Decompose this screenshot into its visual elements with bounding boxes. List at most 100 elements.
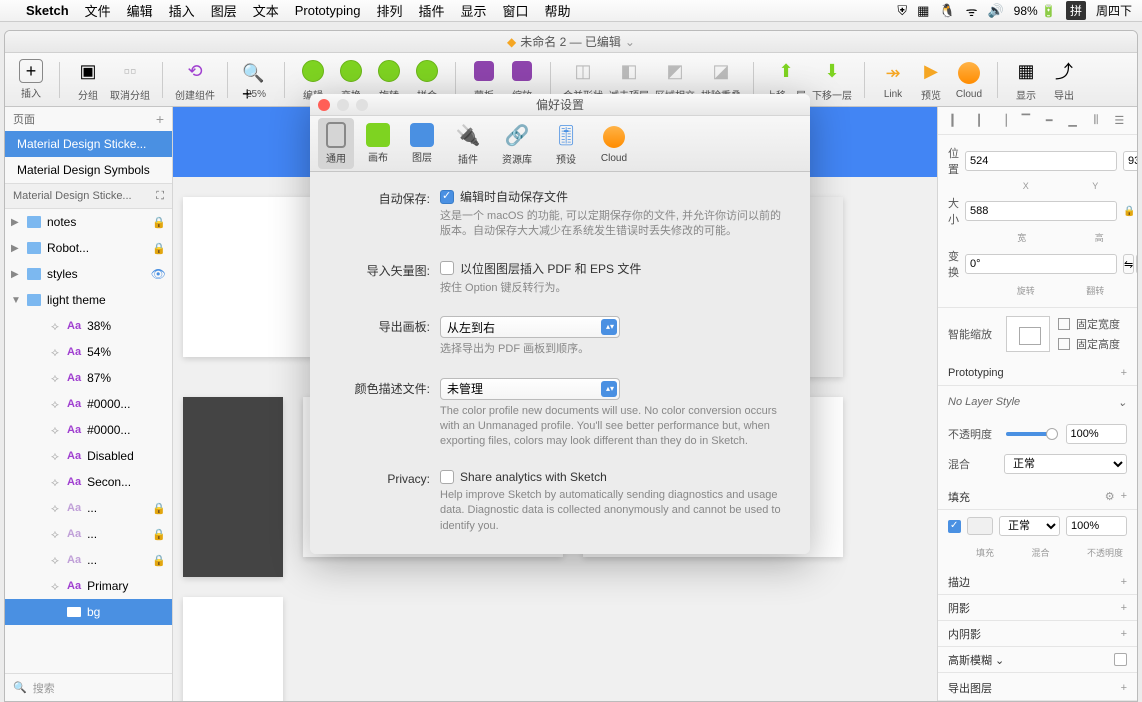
lock-aspect-icon[interactable]: 🔒 (1123, 206, 1135, 217)
align-left-icon[interactable]: ▎ (948, 113, 964, 129)
menu-prototyping[interactable]: Prototyping (295, 3, 361, 18)
opacity-input[interactable] (1066, 424, 1128, 444)
fixed-height-toggle[interactable]: 固定高度 (1058, 336, 1127, 352)
menu-help[interactable]: 帮助 (545, 1, 571, 20)
align-bottom-icon[interactable]: ▁ (1065, 113, 1081, 129)
align-middle-icon[interactable]: ━ (1041, 113, 1057, 129)
layer-text-item[interactable]: ⟡Aa Disabled (5, 443, 172, 469)
artboard[interactable] (183, 397, 283, 577)
privacy-check-label[interactable]: Share analytics with Sketch (460, 470, 607, 484)
eye-icon[interactable]: 👁 (151, 267, 166, 281)
add-shadow-icon[interactable]: + (1121, 602, 1127, 614)
menu-arrange[interactable]: 排列 (376, 1, 402, 20)
layer-bg-selected[interactable]: bg (5, 599, 172, 625)
menu-plugins[interactable]: 插件 (419, 1, 445, 20)
tab-layers[interactable]: 图层 (402, 119, 442, 168)
flip-v-button[interactable]: ⇵ (1136, 254, 1137, 274)
layer-search[interactable]: 🔍 搜索 (5, 673, 172, 701)
layer-folder-notes[interactable]: ▶ notes 🔒 (5, 209, 172, 235)
add-inner-shadow-icon[interactable]: + (1121, 628, 1127, 640)
blur-checkbox[interactable] (1114, 653, 1127, 666)
page-item[interactable]: Material Design Sticke... (5, 131, 172, 157)
add-fill-icon[interactable]: + (1121, 490, 1127, 503)
add-page-icon[interactable]: + (156, 111, 164, 127)
layer-folder-styles[interactable]: ▶ styles 👁 (5, 261, 172, 287)
shield-icon[interactable]: ⛨ (897, 3, 907, 19)
add-prototyping-icon[interactable]: + (1121, 367, 1127, 379)
create-symbol-button[interactable]: ⟲ 创建组件 (175, 57, 215, 102)
prefs-titlebar[interactable]: 偏好设置 (310, 94, 810, 116)
y-input[interactable] (1123, 151, 1137, 171)
minimize-button[interactable] (337, 99, 349, 111)
blend-mode-select[interactable]: 正常 (1004, 454, 1127, 474)
width-input[interactable] (965, 201, 1117, 221)
group-button[interactable]: ▣ 分组 (72, 57, 104, 102)
window-titlebar[interactable]: ◆ 未命名 2 — 已编辑 ⌄ (5, 31, 1137, 53)
tab-canvas[interactable]: 画布 (358, 119, 398, 168)
layer-folder-light-theme[interactable]: ▼ light theme (5, 287, 172, 313)
page-item[interactable]: Material Design Symbols (5, 157, 172, 183)
app-menu[interactable]: Sketch (26, 3, 69, 18)
artboard[interactable] (183, 597, 283, 701)
menu-view[interactable]: 显示 (461, 1, 487, 20)
align-right-icon[interactable]: ▕ (994, 113, 1010, 129)
layer-folder-robot[interactable]: ▶ Robot... 🔒 (5, 235, 172, 261)
autosave-checkbox[interactable] (440, 190, 454, 204)
fill-enabled-checkbox[interactable] (948, 520, 961, 533)
x-input[interactable] (965, 151, 1117, 171)
menu-edit[interactable]: 编辑 (127, 1, 153, 20)
layer-text-item[interactable]: ⟡Aa #0000... (5, 417, 172, 443)
layer-text-item[interactable]: ⟡Aa ...🔒 (5, 521, 172, 547)
fill-color-swatch[interactable] (967, 517, 993, 535)
menu-file[interactable]: 文件 (85, 1, 111, 20)
ime-indicator[interactable]: 拼 (1066, 1, 1086, 20)
autosave-check-label[interactable]: 编辑时自动保存文件 (460, 188, 568, 205)
layer-text-item[interactable]: ⟡Aa Secon... (5, 469, 172, 495)
layer-text-item[interactable]: ⟡Aa 87% (5, 365, 172, 391)
ungroup-button[interactable]: ▫▫ 取消分组 (110, 57, 150, 102)
insert-button[interactable]: + 插入 (15, 59, 47, 100)
battery-status[interactable]: 98% 🔋 (1014, 4, 1056, 18)
layer-text-item[interactable]: ⟡Aa 38% (5, 313, 172, 339)
layer-style-select[interactable]: No Layer Style⌄ (948, 392, 1127, 412)
resizing-constraints[interactable] (1006, 316, 1050, 352)
penguin-icon[interactable]: 🐧 (939, 3, 955, 19)
lock-icon[interactable]: 🔒 (152, 528, 166, 541)
fill-settings-icon[interactable]: ⚙ (1105, 490, 1115, 503)
distribute-h-icon[interactable]: ⫼ (1088, 113, 1104, 129)
backward-button[interactable]: ⬇ 下移一层 (812, 57, 852, 102)
flip-h-button[interactable]: ⇋ (1123, 254, 1134, 274)
add-export-icon[interactable]: + (1121, 682, 1127, 694)
clock[interactable]: 周四下 (1096, 2, 1132, 19)
vector-import-check-label[interactable]: 以位图图层插入 PDF 和 EPS 文件 (460, 260, 641, 277)
privacy-checkbox[interactable] (440, 470, 454, 484)
tab-general[interactable]: 通用 (318, 118, 354, 169)
tab-plugins[interactable]: 🔌 插件 (446, 117, 490, 170)
lock-icon[interactable]: 🔒 (152, 554, 166, 567)
view-button[interactable]: ▦ 显示 (1010, 57, 1042, 102)
layer-text-item[interactable]: ⟡Aa 54% (5, 339, 172, 365)
layer-text-item[interactable]: ⟡Aa #0000... (5, 391, 172, 417)
tab-cloud[interactable]: Cloud (592, 119, 636, 168)
distribute-v-icon[interactable]: ☰ (1111, 113, 1127, 129)
grid-icon[interactable]: ▦ (917, 3, 929, 19)
align-top-icon[interactable]: ▔ (1018, 113, 1034, 129)
menu-text[interactable]: 文本 (253, 1, 279, 20)
lock-icon[interactable]: 🔒 (152, 216, 166, 229)
expand-icon[interactable]: ⛶ (156, 190, 164, 203)
fill-blend-select[interactable]: 正常 (999, 516, 1060, 536)
opacity-slider[interactable] (1006, 432, 1058, 436)
export-button[interactable]: ⤴ 导出 (1048, 57, 1080, 102)
menu-layer[interactable]: 图层 (211, 1, 237, 20)
maximize-button[interactable] (356, 99, 368, 111)
fixed-width-toggle[interactable]: 固定宽度 (1058, 316, 1127, 332)
lock-icon[interactable]: 🔒 (152, 502, 166, 515)
tab-libraries[interactable]: 🔗 资源库 (494, 117, 540, 170)
fill-opacity-input[interactable] (1066, 516, 1127, 536)
close-button[interactable] (318, 99, 330, 111)
dropdown-icon[interactable]: ⌄ (625, 35, 635, 49)
wifi-icon[interactable]: ᯤ (966, 2, 978, 20)
preview-button[interactable]: ▶ 预览 (915, 57, 947, 102)
cloud-button[interactable]: Cloud (953, 59, 985, 100)
align-center-icon[interactable]: ┃ (971, 113, 987, 129)
